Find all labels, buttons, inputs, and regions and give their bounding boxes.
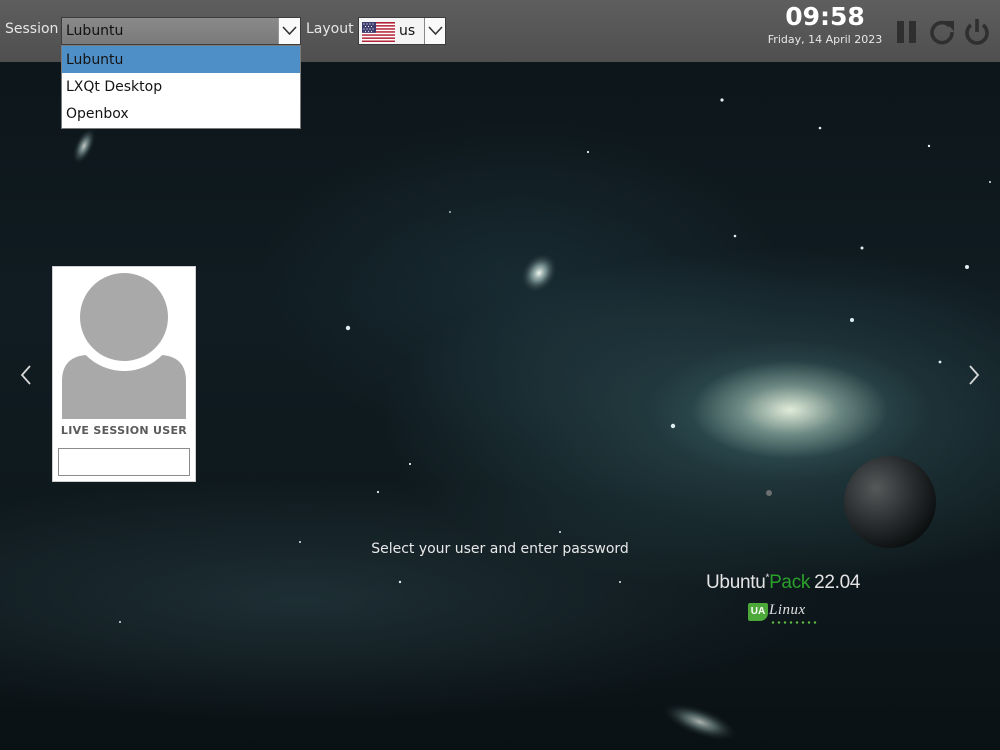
ua-badge-logo: UA (748, 603, 768, 621)
clock-date: Friday, 14 April 2023 (767, 33, 883, 46)
clock-time: 09:58 (785, 2, 865, 31)
session-option-openbox[interactable]: Openbox (62, 100, 300, 127)
brand-version: 22.04 (814, 572, 861, 593)
login-prompt: Select your user and enter password (371, 541, 629, 557)
shutdown-icon[interactable] (962, 17, 992, 47)
brand-dots-decoration (770, 621, 818, 624)
suspend-icon[interactable] (892, 17, 922, 47)
session-option-lxqt-desktop[interactable]: LXQt Desktop (62, 73, 300, 100)
restart-icon[interactable] (927, 17, 957, 47)
layout-select[interactable]: us (358, 17, 446, 45)
avatar (62, 271, 186, 419)
us-flag-icon (362, 22, 395, 42)
layout-label: Layout (306, 21, 354, 37)
session-select[interactable]: Lubuntu (61, 17, 301, 45)
user-name: LIVE SESSION USER (60, 424, 188, 437)
chevron-down-icon[interactable] (424, 18, 445, 44)
session-option-lubuntu[interactable]: Lubuntu (62, 46, 300, 73)
user-card[interactable]: LIVE SESSION USER (52, 266, 196, 482)
chevron-down-icon[interactable] (278, 18, 300, 44)
brand-name-part2: Pack (769, 572, 811, 593)
brand-name-part1: Ubuntu (706, 572, 766, 593)
session-select-value: Lubuntu (66, 23, 124, 39)
layout-select-value: us (399, 23, 416, 39)
session-label: Session (5, 21, 59, 37)
chevron-right-icon[interactable] (966, 363, 982, 387)
password-field[interactable] (58, 448, 190, 476)
chevron-left-icon[interactable] (18, 363, 34, 387)
brand-logo-text: Ubuntu*Pack 22.04 (706, 572, 866, 594)
session-dropdown-list: Lubuntu LXQt Desktop Openbox (61, 45, 301, 129)
brand-sub-text: Linux (769, 602, 806, 618)
